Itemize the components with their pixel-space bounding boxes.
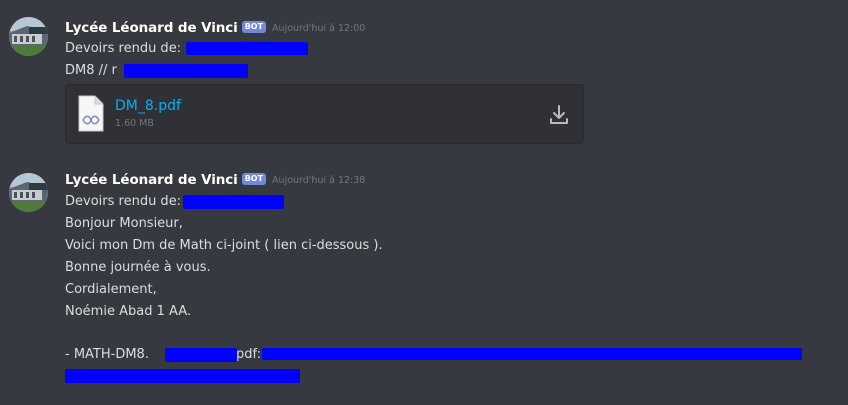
username[interactable]: Lycée Léonard de Vinci — [65, 20, 238, 36]
timestamp[interactable]: Aujourd'hui à 12:38 — [272, 175, 365, 186]
username[interactable]: Lycée Léonard de Vinci — [65, 172, 238, 188]
redaction — [262, 348, 802, 360]
file-size: 1.60 MB — [115, 118, 154, 129]
message-header: Lycée Léonard de Vinci BOT Aujourd'hui à… — [65, 19, 365, 37]
document-icon — [78, 95, 104, 136]
chat-messages: Lycée Léonard de Vinci BOT Aujourd'hui à… — [0, 0, 848, 405]
avatar[interactable] — [9, 17, 48, 56]
message-line: Bonne journée à vous. — [65, 260, 211, 275]
redaction — [65, 369, 300, 383]
message-line: DM8 // r — [65, 63, 117, 78]
redaction — [186, 42, 308, 55]
message-line: Voici mon Dm de Math ci-joint ( lien ci-… — [65, 238, 383, 253]
timestamp[interactable]: Aujourd'hui à 12:00 — [272, 23, 365, 34]
file-name-link[interactable]: DM_8.pdf — [115, 97, 181, 115]
message-line: Cordialement, — [65, 282, 157, 297]
bot-tag: BOT — [241, 21, 267, 33]
message-header: Lycée Léonard de Vinci BOT Aujourd'hui à… — [65, 171, 365, 189]
download-icon[interactable] — [549, 104, 569, 130]
message-line[interactable]: pdf: — [236, 346, 261, 364]
message-line: Noémie Abad 1 AA. — [65, 304, 192, 319]
redaction — [183, 195, 284, 209]
avatar[interactable] — [9, 173, 48, 212]
redaction — [165, 348, 237, 362]
bot-tag: BOT — [241, 173, 267, 185]
message-line: Devoirs rendu de: — [65, 41, 182, 56]
file-attachment: DM_8.pdf 1.60 MB — [65, 84, 584, 144]
message-line: Devoirs rendu de: — [65, 194, 182, 209]
message-line: - MATH-DM8. — [65, 347, 149, 362]
message-line: Bonjour Monsieur, — [65, 216, 183, 231]
redaction — [124, 64, 248, 78]
